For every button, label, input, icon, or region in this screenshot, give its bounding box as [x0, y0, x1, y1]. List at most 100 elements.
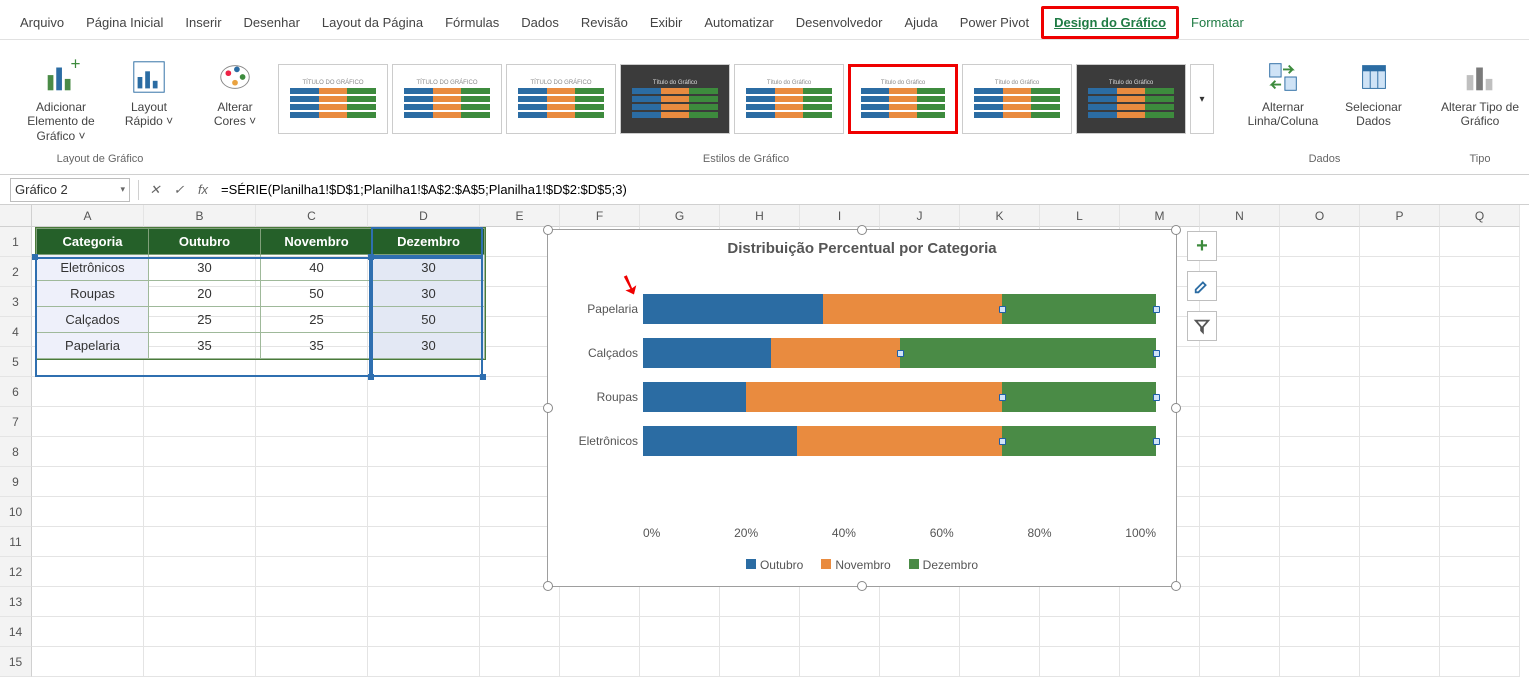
cell-O12[interactable] [1280, 557, 1360, 587]
tab-desenhar[interactable]: Desenhar [234, 9, 310, 36]
cell-Q6[interactable] [1440, 377, 1520, 407]
cell-O3[interactable] [1280, 287, 1360, 317]
cell-N15[interactable] [1200, 647, 1280, 677]
cell-L14[interactable] [1040, 617, 1120, 647]
table-cell[interactable]: 25 [261, 307, 373, 333]
tab-exibir[interactable]: Exibir [640, 9, 693, 36]
cell-N5[interactable] [1200, 347, 1280, 377]
row-header-13[interactable]: 13 [0, 587, 32, 617]
table-cell[interactable]: 25 [149, 307, 261, 333]
cell-D15[interactable] [368, 647, 480, 677]
cell-P14[interactable] [1360, 617, 1440, 647]
cell-I13[interactable] [800, 587, 880, 617]
bar-segment-novembro[interactable] [746, 382, 1003, 412]
cell-P4[interactable] [1360, 317, 1440, 347]
cell-O7[interactable] [1280, 407, 1360, 437]
cell-D6[interactable] [368, 377, 480, 407]
cell-A7[interactable] [32, 407, 144, 437]
col-header-E[interactable]: E [480, 205, 560, 227]
legend-item-novembro[interactable]: Novembro [821, 558, 890, 572]
cell-Q10[interactable] [1440, 497, 1520, 527]
bar-segment-dezembro[interactable] [1002, 294, 1156, 324]
y-category-label[interactable]: Roupas [558, 390, 638, 404]
row-header-11[interactable]: 11 [0, 527, 32, 557]
chart-style-6[interactable]: Título do Gráfico [848, 64, 958, 134]
y-category-label[interactable]: Papelaria [558, 302, 638, 316]
tab-arquivo[interactable]: Arquivo [10, 9, 74, 36]
tab-dados[interactable]: Dados [511, 9, 569, 36]
cell-N11[interactable] [1200, 527, 1280, 557]
cell-P13[interactable] [1360, 587, 1440, 617]
tab-revisao[interactable]: Revisão [571, 9, 638, 36]
cell-Q11[interactable] [1440, 527, 1520, 557]
cell-C9[interactable] [256, 467, 368, 497]
col-header-C[interactable]: C [256, 205, 368, 227]
cell-H14[interactable] [720, 617, 800, 647]
chart-title[interactable]: Distribuição Percentual por Categoria [548, 230, 1176, 265]
cell-L15[interactable] [1040, 647, 1120, 677]
cell-Q5[interactable] [1440, 347, 1520, 377]
col-header-F[interactable]: F [560, 205, 640, 227]
cell-N7[interactable] [1200, 407, 1280, 437]
cell-Q7[interactable] [1440, 407, 1520, 437]
formula-input[interactable] [215, 178, 1529, 202]
row-header-1[interactable]: 1 [0, 227, 32, 257]
change-colors-button[interactable]: Alterar Cores ˅ [205, 54, 265, 144]
cell-A13[interactable] [32, 587, 144, 617]
cell-D9[interactable] [368, 467, 480, 497]
table-cell[interactable]: 50 [261, 281, 373, 307]
table-cell[interactable]: 30 [373, 333, 485, 359]
col-header-P[interactable]: P [1360, 205, 1440, 227]
change-chart-type-button[interactable]: Alterar Tipo de Gráfico [1435, 54, 1525, 144]
cell-N9[interactable] [1200, 467, 1280, 497]
cell-N13[interactable] [1200, 587, 1280, 617]
chart-style-8[interactable]: Título do Gráfico [1076, 64, 1186, 134]
cell-Q12[interactable] [1440, 557, 1520, 587]
cell-C14[interactable] [256, 617, 368, 647]
col-header-I[interactable]: I [800, 205, 880, 227]
table-cell[interactable]: 50 [373, 307, 485, 333]
cell-P10[interactable] [1360, 497, 1440, 527]
x-tick-label[interactable]: 0% [643, 526, 660, 540]
bar-segment-outubro[interactable] [643, 294, 823, 324]
row-header-12[interactable]: 12 [0, 557, 32, 587]
bar-segment-outubro[interactable] [643, 382, 746, 412]
cell-P11[interactable] [1360, 527, 1440, 557]
cell-C7[interactable] [256, 407, 368, 437]
cell-C13[interactable] [256, 587, 368, 617]
bar-segment-dezembro[interactable] [1002, 382, 1156, 412]
x-tick-label[interactable]: 80% [1028, 526, 1052, 540]
row-header-6[interactable]: 6 [0, 377, 32, 407]
col-header-J[interactable]: J [880, 205, 960, 227]
cell-F13[interactable] [560, 587, 640, 617]
y-category-label[interactable]: Calçados [558, 346, 638, 360]
cell-H15[interactable] [720, 647, 800, 677]
cell-P7[interactable] [1360, 407, 1440, 437]
cell-A8[interactable] [32, 437, 144, 467]
col-header-K[interactable]: K [960, 205, 1040, 227]
cell-M14[interactable] [1120, 617, 1200, 647]
col-header-B[interactable]: B [144, 205, 256, 227]
cell-Q1[interactable] [1440, 227, 1520, 257]
cell-G15[interactable] [640, 647, 720, 677]
column-headers[interactable]: ABCDEFGHIJKLMNOPQ [32, 205, 1529, 227]
cell-O13[interactable] [1280, 587, 1360, 617]
legend-item-outubro[interactable]: Outubro [746, 558, 803, 572]
cell-P6[interactable] [1360, 377, 1440, 407]
worksheet[interactable]: 123456789101112131415 ABCDEFGHIJKLMNOPQ … [0, 205, 1529, 677]
row-header-5[interactable]: 5 [0, 347, 32, 377]
chart-elements-button[interactable]: + [1187, 231, 1217, 261]
cell-F15[interactable] [560, 647, 640, 677]
legend-item-dezembro[interactable]: Dezembro [909, 558, 978, 572]
cell-I14[interactable] [800, 617, 880, 647]
cell-J14[interactable] [880, 617, 960, 647]
cell-B14[interactable] [144, 617, 256, 647]
cell-K15[interactable] [960, 647, 1040, 677]
cell-B9[interactable] [144, 467, 256, 497]
cell-A11[interactable] [32, 527, 144, 557]
cell-N6[interactable] [1200, 377, 1280, 407]
cell-D11[interactable] [368, 527, 480, 557]
cell-O6[interactable] [1280, 377, 1360, 407]
tab-power-pivot[interactable]: Power Pivot [950, 9, 1039, 36]
x-tick-label[interactable]: 40% [832, 526, 856, 540]
